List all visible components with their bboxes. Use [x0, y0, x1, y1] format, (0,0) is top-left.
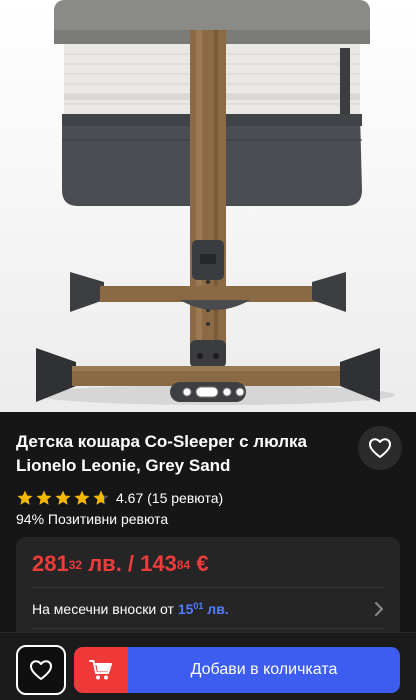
star-icon [74, 490, 90, 505]
price-eur-main: 143 [140, 551, 177, 576]
bottom-action-bar: Добави в количката [0, 632, 416, 700]
star-icon [17, 490, 33, 505]
add-to-cart-button[interactable]: Добави в количката [74, 647, 400, 693]
chevron-right-icon [375, 602, 383, 616]
product-page: Детска кошара Co-Sleeper с люлка Lionelo… [0, 0, 416, 700]
rating-text: 4.67 (15 ревюта) [116, 490, 224, 506]
heart-icon [369, 438, 391, 458]
price-bgn-unit: лв. / [82, 551, 141, 576]
product-title: Детска кошара Co-Sleeper с люлка Lionelo… [16, 432, 307, 475]
wishlist-button[interactable] [16, 645, 66, 695]
cart-icon [89, 660, 112, 680]
price-eur-unit: € [190, 551, 209, 576]
star-half-icon [93, 490, 109, 505]
heart-icon [30, 660, 52, 680]
installment-text: На месечни вноски от 1501 лв. [32, 601, 229, 617]
price: 28132 лв. / 14384 € [32, 549, 209, 579]
installment-row[interactable]: На месечни вноски от 1501 лв. [32, 593, 384, 625]
rating-stars [16, 489, 110, 507]
star-icon [36, 490, 52, 505]
installment-amount-unit: лв. [203, 601, 229, 617]
add-to-cart-label: Добави в количката [190, 661, 338, 678]
installment-amount-cents: 01 [193, 601, 204, 611]
installment-prefix: На месечни вноски от [32, 601, 178, 617]
cart-icon-box [74, 647, 128, 693]
installment-amount: 1501 лв. [178, 601, 229, 617]
star-icon [55, 490, 71, 505]
rating-summary[interactable]: 4.67 (15 ревюта) [16, 487, 223, 509]
price-bgn-main: 281 [32, 551, 69, 576]
product-image-crib [35, 0, 395, 405]
product-image-gallery[interactable] [0, 0, 416, 412]
favorite-button[interactable] [358, 426, 402, 470]
price-bgn-cents: 32 [68, 558, 83, 572]
divider [32, 628, 384, 629]
divider [32, 587, 384, 588]
positive-reviews: 94% Позитивни ревюта [16, 511, 169, 527]
installment-amount-main: 15 [177, 601, 194, 617]
price-eur-cents: 84 [176, 558, 191, 572]
